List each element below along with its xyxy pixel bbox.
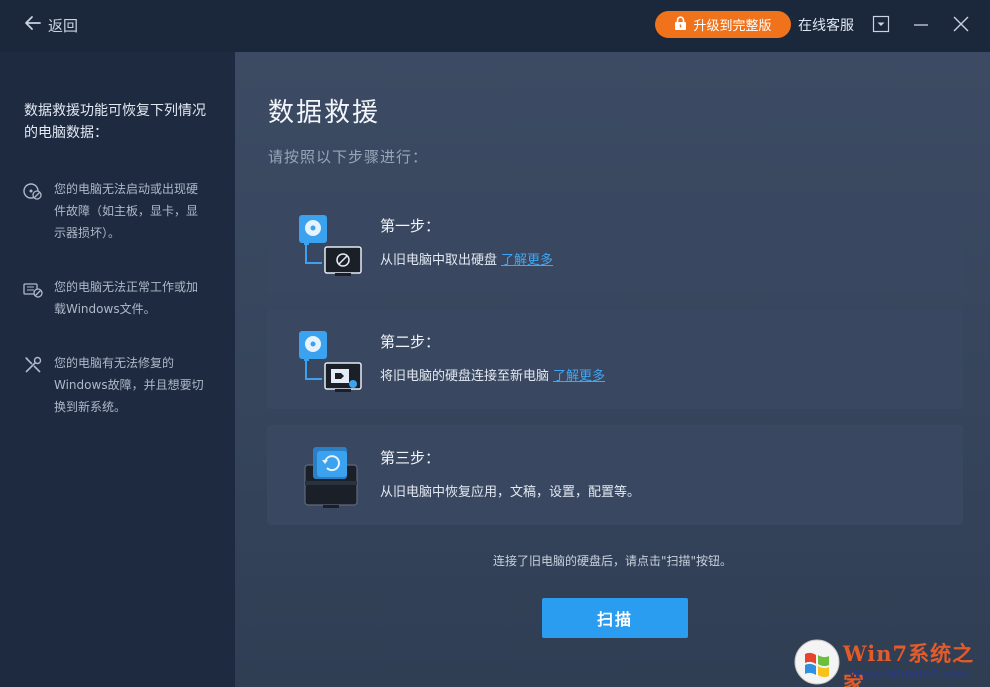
remove-disk-icon [295, 213, 365, 279]
back-button[interactable]: 返回 [24, 13, 78, 37]
dropdown-menu-button[interactable] [871, 14, 891, 34]
step-card-2: 第二步： 将旧电脑的硬盘连接至新电脑 了解更多 [267, 309, 963, 409]
step-description: 将旧电脑的硬盘连接至新电脑 了解更多 [380, 365, 605, 384]
upgrade-label: 升级到完整版 [693, 19, 772, 34]
learn-more-link[interactable]: 了解更多 [501, 253, 553, 268]
sidebar-item-text: 您的电脑有无法修复的Windows故障，并且想要切换到新系统。 [54, 356, 204, 414]
step-card-3: 第三步： 从旧电脑中恢复应用，文稿，设置，配置等。 [267, 425, 963, 525]
sidebar-item-text: 您的电脑无法正常工作或加载Windows文件。 [54, 280, 199, 316]
learn-more-link[interactable]: 了解更多 [553, 369, 605, 384]
main-panel: 数据救援 请按照以下步骤进行： 第一步： 从旧电脑中取出硬盘 了解更多 第二步：… [235, 52, 990, 687]
scan-button[interactable]: 扫描 [542, 598, 688, 638]
windows-error-icon [22, 278, 44, 300]
sidebar-item-text: 您的电脑无法启动或出现硬件故障（如主板，显卡，显示器损坏）。 [54, 182, 199, 240]
back-label: 返回 [48, 16, 79, 35]
close-button[interactable] [951, 14, 971, 34]
step-title: 第二步： [380, 333, 441, 351]
page-title: 数据救援 [268, 98, 381, 128]
disk-failure-icon [22, 180, 44, 202]
tools-icon [22, 354, 44, 376]
sidebar-item-windows-error: 您的电脑无法正常工作或加载Windows文件。 [22, 276, 212, 320]
upgrade-button[interactable]: 升级到完整版 [655, 11, 791, 38]
connect-disk-icon [295, 329, 365, 395]
step-title: 第三步： [380, 449, 441, 467]
step-description-text: 将旧电脑的硬盘连接至新电脑 [380, 369, 550, 384]
arrow-left-icon [24, 14, 42, 36]
minimize-button[interactable] [911, 14, 931, 34]
watermark-url: Www.Winwin7.com [849, 668, 968, 681]
close-icon [953, 16, 969, 32]
restore-data-icon [295, 445, 365, 511]
scan-hint: 连接了旧电脑的硬盘后，请点击"扫描"按钮。 [492, 554, 733, 568]
step-description-text: 从旧电脑中取出硬盘 [380, 253, 498, 268]
windows-logo-icon [794, 639, 840, 685]
step-description: 从旧电脑中恢复应用，文稿，设置，配置等。 [380, 485, 641, 500]
title-bar: 返回 升级到完整版 在线客服 [0, 0, 990, 52]
online-support-link[interactable]: 在线客服 [798, 15, 854, 35]
watermark: Win7系统之家 Www.Winwin7.com [793, 638, 990, 687]
lock-icon [674, 15, 687, 34]
step-title: 第一步： [380, 217, 441, 235]
sidebar-title: 数据救援功能可恢复下列情况的电脑数据： [24, 103, 206, 141]
sidebar-item-switch-system: 您的电脑有无法修复的Windows故障，并且想要切换到新系统。 [22, 352, 212, 418]
sidebar-item-hardware-failure: 您的电脑无法启动或出现硬件故障（如主板，显卡，显示器损坏）。 [22, 178, 212, 244]
menu-dropdown-icon [872, 15, 890, 33]
step-description: 从旧电脑中取出硬盘 了解更多 [380, 249, 553, 268]
minimize-icon [914, 24, 928, 26]
sidebar: 数据救援功能可恢复下列情况的电脑数据： 您的电脑无法启动或出现硬件故障（如主板，… [0, 52, 235, 687]
step-card-1: 第一步： 从旧电脑中取出硬盘 了解更多 [267, 193, 963, 293]
page-subtitle: 请按照以下步骤进行： [268, 148, 429, 166]
